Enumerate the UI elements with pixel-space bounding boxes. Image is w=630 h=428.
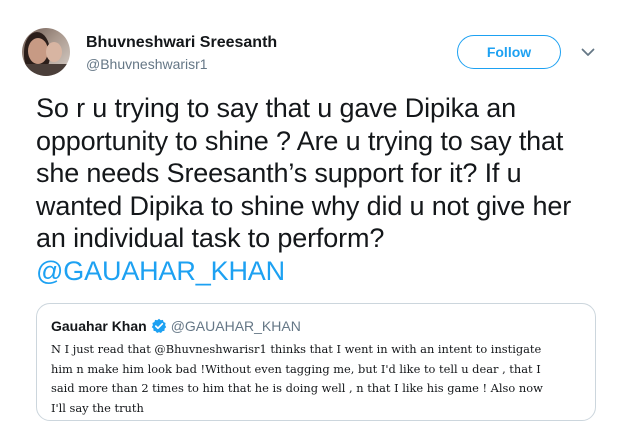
quoted-text-line: him n make him look bad !Without even ta… bbox=[51, 361, 541, 376]
mention-link[interactable]: @GAUAHAR_KHAN bbox=[36, 255, 606, 288]
tweet-text-line: So r u trying to say that u gave Dipika … bbox=[36, 93, 516, 123]
quoted-tweet-text: N I just read that @Bhuvneshwarisr1 thin… bbox=[51, 340, 585, 419]
quoted-author-handle: @GAUAHAR_KHAN bbox=[170, 318, 301, 334]
tweet-card: Bhuvneshwari Sreesanth @Bhuvneshwarisr1 … bbox=[0, 0, 630, 428]
avatar[interactable] bbox=[22, 28, 70, 76]
quoted-text-line: said more than 2 times to him that he is… bbox=[51, 381, 543, 396]
tweet-text-line: she needs Sreesanth’s support for it? If… bbox=[36, 158, 522, 188]
chevron-down-icon[interactable] bbox=[580, 44, 596, 60]
quoted-text-line: I'll say the truth bbox=[51, 401, 144, 416]
avatar-face bbox=[28, 38, 48, 64]
avatar-second-face bbox=[46, 42, 62, 62]
author-name[interactable]: Bhuvneshwari Sreesanth bbox=[86, 34, 277, 52]
follow-button[interactable]: Follow bbox=[457, 35, 561, 69]
quoted-tweet[interactable]: Gauahar Khan @GAUAHAR_KHAN N I just read… bbox=[36, 303, 596, 421]
tweet-text-line: an individual task to perform? bbox=[36, 223, 385, 253]
avatar-shoulders bbox=[22, 64, 70, 76]
tweet-text-line: opportunity to shine ? Are u trying to s… bbox=[36, 125, 564, 156]
quoted-tweet-header: Gauahar Khan @GAUAHAR_KHAN bbox=[51, 318, 301, 334]
tweet-text: So r u trying to say that u gave Dipika … bbox=[36, 92, 606, 287]
tweet-text-line: wanted Dipika to shine why did u not giv… bbox=[36, 190, 572, 221]
author-handle[interactable]: @Bhuvneshwarisr1 bbox=[86, 56, 208, 72]
quoted-author-name: Gauahar Khan bbox=[51, 318, 147, 334]
verified-badge-icon bbox=[151, 318, 167, 334]
quoted-text-line: N I just read that @Bhuvneshwarisr1 thin… bbox=[51, 342, 542, 356]
